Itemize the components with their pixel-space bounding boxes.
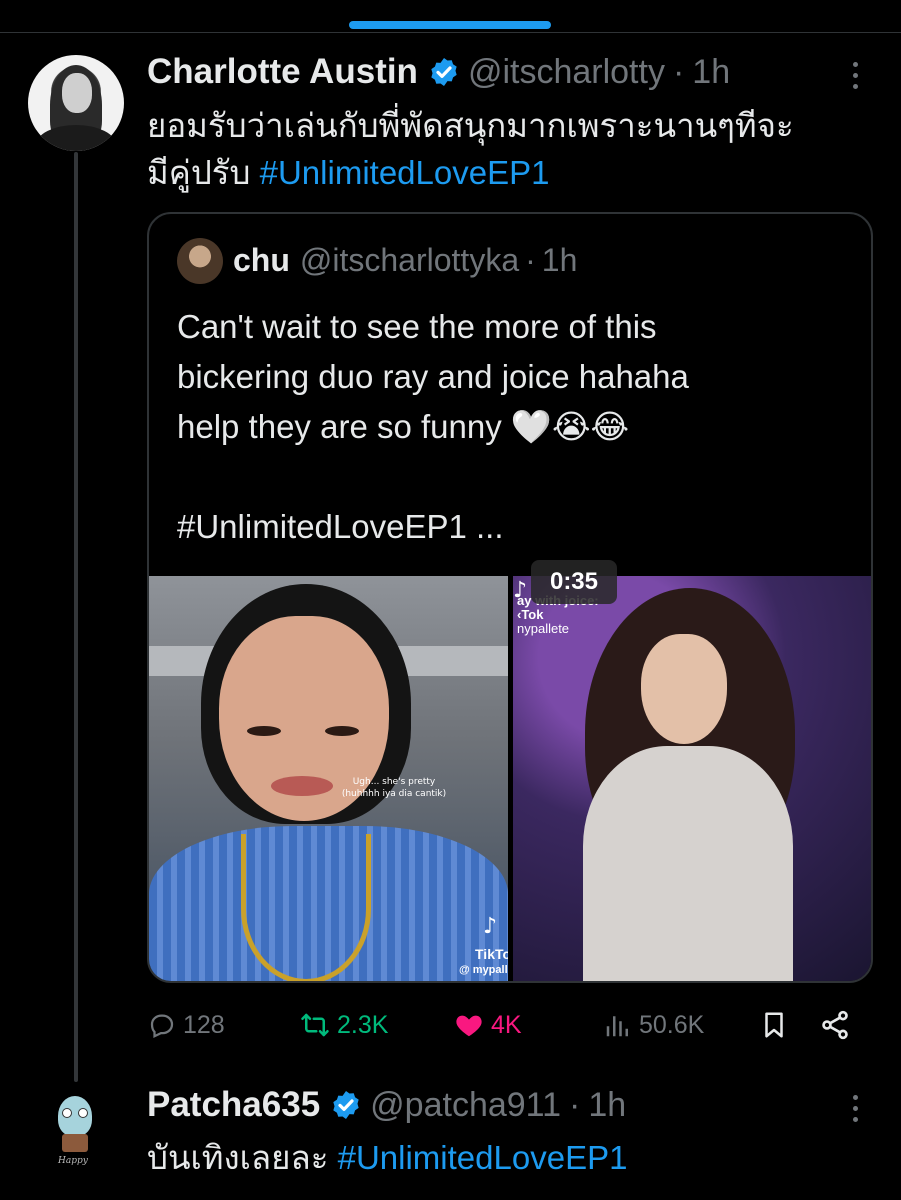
quoted-text-line: bickering duo ray and joice hahaha xyxy=(177,358,689,395)
quoted-author-name[interactable]: chu xyxy=(233,242,290,279)
necklace xyxy=(241,834,371,981)
bookmark-icon xyxy=(765,1012,783,1038)
quoted-text-line: help they are so funny 🤍😭😂 xyxy=(177,408,630,445)
avatar-shoulders xyxy=(36,125,116,151)
views-button[interactable]: 50.6K xyxy=(603,1002,704,1048)
caption-line: nypallete xyxy=(517,621,570,636)
dress xyxy=(583,746,793,981)
face xyxy=(641,634,727,744)
reply-avatar[interactable]: Happy xyxy=(30,1082,120,1172)
video-duration-badge: 0:35 xyxy=(531,560,617,604)
quoted-tweet-card[interactable]: chu @itscharlottyka · 1h Can't wait to s… xyxy=(147,212,873,983)
views-chart-icon xyxy=(606,1016,628,1037)
tweet-text: ยอมรับว่าเล่นกับพี่พัดสนุกมากเพราะนานๆที… xyxy=(147,102,877,196)
tiktok-label: TikTo xyxy=(475,946,508,962)
author-name[interactable]: Charlotte Austin xyxy=(147,52,418,92)
author-name[interactable]: Patcha635 xyxy=(147,1085,320,1125)
caption-line: Ugh... she's pretty xyxy=(352,777,436,787)
retweet-icon xyxy=(301,1013,329,1037)
views-count: 50.6K xyxy=(639,1010,705,1039)
quoted-avatar[interactable] xyxy=(177,238,223,284)
like-count: 4K xyxy=(491,1010,522,1039)
quoted-text-line[interactable]: #UnlimitedLoveEP1 ... xyxy=(177,502,857,552)
quoted-text-gap xyxy=(177,452,857,502)
tweet-text-line-2: มีคู่ปรับ #UnlimitedLoveEP1 xyxy=(147,149,877,196)
bookmark-button[interactable] xyxy=(759,1002,795,1048)
quoted-text-line: Can't wait to see the more of this xyxy=(177,308,657,345)
reply-button[interactable]: 128 xyxy=(147,1002,225,1048)
avatar-eye xyxy=(78,1108,88,1118)
more-options-icon[interactable] xyxy=(850,62,860,92)
tweet-text-line-1: ยอมรับว่าเล่นกับพี่พัดสนุกมากเพราะนานๆที… xyxy=(147,107,794,144)
share-button[interactable] xyxy=(819,1002,857,1048)
hashtag-link[interactable]: #UnlimitedLoveEP1 xyxy=(260,154,550,191)
top-scroll-indicator xyxy=(349,21,551,29)
quoted-timestamp[interactable]: 1h xyxy=(542,242,578,279)
tiktok-user: @ mypall xyxy=(459,964,508,976)
eye xyxy=(247,726,281,736)
tiktok-logo-icon: ♪ xyxy=(483,914,498,939)
author-handle[interactable]: @patcha911 xyxy=(370,1086,561,1125)
verified-badge-icon xyxy=(333,1091,359,1119)
tweet-text-part: บันเทิงเลยละ xyxy=(147,1139,338,1176)
divider xyxy=(0,32,901,33)
avatar-face xyxy=(62,73,92,113)
video-caption: Ugh... she's pretty (huhhhh iya dia cant… xyxy=(319,776,469,800)
caption-line: ‹Tok xyxy=(517,607,544,622)
quoted-tweet-text: Can't wait to see the more of this bicke… xyxy=(177,302,857,552)
separator-dot: · xyxy=(672,52,685,91)
hashtag-link[interactable]: #UnlimitedLoveEP1 xyxy=(338,1139,628,1176)
timestamp[interactable]: 1h xyxy=(692,53,730,92)
reply-tweet-text: บันเทิงเลยละ #UnlimitedLoveEP1 xyxy=(147,1134,627,1181)
tweet-action-bar: 128 2.3K 4K 50.6K xyxy=(147,1002,873,1048)
reply-count: 128 xyxy=(183,1010,225,1039)
share-icon xyxy=(822,1010,848,1040)
tweet-header: Charlotte Austin @itscharlotty · 1h xyxy=(147,52,730,92)
reply-tweet-header: Patcha635 @patcha911 · 1h xyxy=(147,1085,626,1125)
media-image-left[interactable]: Ugh... she's pretty (huhhhh iya dia cant… xyxy=(149,576,508,981)
retweet-count: 2.3K xyxy=(337,1010,389,1039)
heart-icon xyxy=(456,1015,482,1037)
avatar-caption: Happy xyxy=(58,1156,88,1166)
avatar-eye xyxy=(62,1108,72,1118)
retweet-button[interactable]: 2.3K xyxy=(299,1002,388,1048)
separator-dot: · xyxy=(525,242,536,278)
more-options-icon[interactable] xyxy=(850,1095,860,1125)
separator-dot: · xyxy=(568,1085,581,1124)
caption-line: (huhhhh iya dia cantik) xyxy=(341,789,447,799)
quoted-author-handle[interactable]: @itscharlottyka xyxy=(300,242,519,279)
timestamp[interactable]: 1h xyxy=(588,1086,626,1125)
media-video-right[interactable]: ♪ ay with joice: ‹Tok nypallete xyxy=(513,576,871,981)
verified-badge-icon xyxy=(431,58,457,86)
quoted-tweet-header: chu @itscharlottyka · 1h xyxy=(233,242,577,279)
tweet-text-part: มีคู่ปรับ xyxy=(147,154,260,191)
like-button[interactable]: 4K xyxy=(453,1002,522,1048)
avatar-body xyxy=(62,1134,88,1152)
thread-connector-line xyxy=(74,152,78,1082)
eye xyxy=(325,726,359,736)
avatar[interactable] xyxy=(28,55,124,151)
reply-icon xyxy=(150,1014,174,1039)
author-handle[interactable]: @itscharlotty xyxy=(468,53,665,92)
